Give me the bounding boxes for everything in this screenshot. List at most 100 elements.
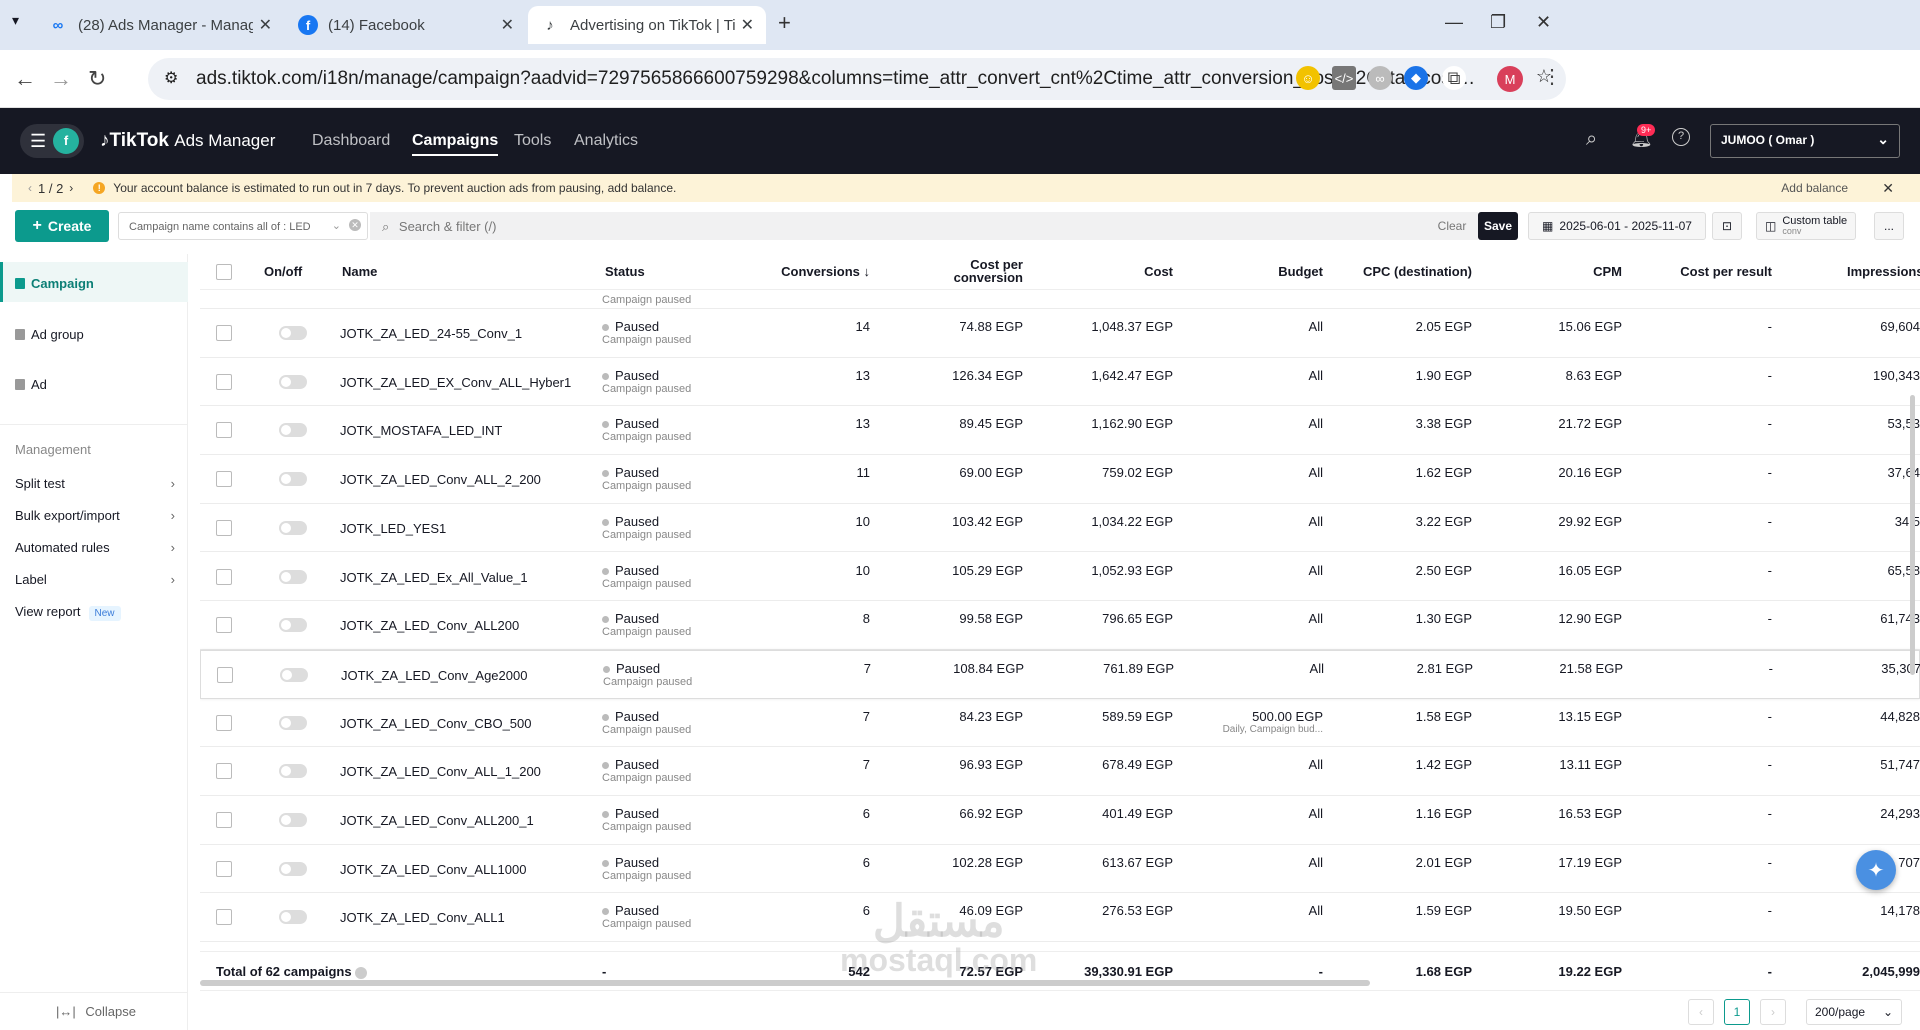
code-extension-icon[interactable]: </> — [1332, 66, 1356, 90]
row-toggle[interactable] — [279, 813, 307, 827]
campaign-name-link[interactable]: JOTK_ZA_LED_Conv_ALL1000 — [340, 862, 526, 877]
row-checkbox[interactable] — [216, 763, 232, 780]
row-toggle[interactable] — [279, 618, 307, 633]
account-avatar[interactable]: f — [53, 128, 79, 154]
save-button[interactable]: Save — [1478, 212, 1518, 240]
link-extension-icon[interactable]: ∞ — [1368, 66, 1392, 90]
back-icon[interactable]: ← — [14, 66, 36, 92]
table-row[interactable]: JOTK_ZA_LED_EX_Conv_ALL_Hyber1 Paused Camp… — [200, 358, 1920, 407]
table-row[interactable]: JOTK_ZA_LED_Conv_ALL200 Paused Campaign pa… — [200, 601, 1920, 650]
row-toggle[interactable] — [279, 910, 307, 925]
table-row[interactable]: JOTK_ZA_LED_Conv_ALL200_1 Paused Campaign … — [200, 796, 1920, 845]
prev-page-button[interactable]: ‹ — [1688, 999, 1714, 1025]
table-row[interactable]: JOTK_ZA_LED_Conv_ALL1000 Paused Campaign p… — [200, 845, 1920, 894]
row-toggle[interactable] — [279, 861, 307, 876]
menu-split-test[interactable]: Split test › — [15, 476, 175, 491]
row-toggle[interactable] — [279, 423, 307, 438]
row-toggle[interactable] — [279, 520, 307, 535]
campaign-name-link[interactable]: JOTK_ZA_LED_Conv_ALL200 — [340, 618, 519, 633]
menu-bulk-export-import[interactable]: Bulk export/import › — [15, 508, 175, 523]
close-icon[interactable]: ✕ — [1882, 180, 1894, 197]
extensions-puzzle-icon[interactable]: ⧉ — [1442, 66, 1466, 90]
table-row[interactable]: JOTK_ZA_LED_Conv_CBO_500 Paused Campaign p… — [200, 699, 1920, 748]
clear-filter-icon[interactable]: ✕ — [349, 219, 361, 231]
filter-chip[interactable]: Campaign name contains all of : LED ⌄ ✕ — [118, 212, 368, 240]
browser-tab-meta[interactable]: ∞ (28) Ads Manager - Manage ad ✕ — [36, 6, 284, 44]
campaign-name-link[interactable]: JOTK_ZA_LED_EX_Conv_ALL_Hyber1 — [340, 375, 571, 390]
row-checkbox[interactable] — [217, 666, 233, 683]
nav-analytics[interactable]: Analytics — [574, 132, 638, 150]
close-icon[interactable]: ✕ — [259, 15, 272, 35]
profile-avatar[interactable]: M — [1497, 66, 1523, 92]
table-row[interactable]: JOTK_ZA_LED_Ex_All_Value_1 Paused Campaign… — [200, 553, 1920, 602]
new-tab-button[interactable]: + — [778, 10, 791, 36]
search-filter-input[interactable]: ⌕ Search & filter (/) — [370, 212, 1478, 240]
prev-notice-icon[interactable]: ‹ — [28, 181, 32, 195]
page-size-select[interactable]: 200/page ⌄ — [1806, 999, 1902, 1025]
horizontal-scrollbar[interactable] — [200, 980, 1370, 986]
row-checkbox[interactable] — [216, 617, 232, 634]
collapse-button[interactable]: |↔| Collapse — [56, 1004, 136, 1019]
assistant-fab-icon[interactable]: ✦ — [1856, 850, 1896, 890]
header-cost[interactable]: Cost — [1070, 264, 1173, 279]
campaign-name-link[interactable]: JOTK_ZA_LED_Conv_ALL1 — [340, 910, 505, 925]
table-row[interactable]: JOTK_ZA_LED_24-55_Conv_1 Paused Campaign p… — [200, 309, 1920, 358]
row-toggle[interactable] — [279, 374, 307, 389]
table-row[interactable]: JOTK_ZA_LED_Conv_Age2000 Paused Campaign p… — [200, 649, 1920, 699]
row-checkbox[interactable] — [216, 714, 232, 731]
reload-icon[interactable]: ↻ — [88, 66, 106, 92]
tag-extension-icon[interactable]: ◆ — [1404, 66, 1428, 90]
custom-table-button[interactable]: ◫ Custom table conv — [1756, 212, 1856, 240]
row-checkbox[interactable] — [216, 568, 232, 585]
nav-campaigns[interactable]: Campaigns — [412, 132, 499, 156]
table-row[interactable]: JOTK_MOSTAFA_LED_INT Paused Campaign pause… — [200, 406, 1920, 456]
close-icon[interactable]: ✕ — [741, 15, 754, 35]
table-row[interactable]: JOTK_ZA_LED_Conv_ALL1 Paused Campaign paus… — [200, 893, 1920, 943]
sidebar-item-ad-group[interactable]: Ad group — [15, 327, 84, 342]
row-toggle[interactable] — [279, 715, 307, 730]
hamburger-menu-button[interactable]: ☰ f — [20, 124, 84, 158]
table-row[interactable]: JOTK_ZA_LED_Conv_ALL_2_200 Paused Campaign… — [200, 455, 1920, 504]
forward-icon[interactable]: → — [50, 66, 72, 92]
header-status[interactable]: Status — [605, 264, 645, 279]
header-cost-per-conversion[interactable]: Cost per conversion — [928, 258, 1023, 284]
menu-automated-rules[interactable]: Automated rules › — [15, 540, 175, 555]
row-toggle[interactable] — [279, 326, 307, 340]
row-checkbox[interactable] — [216, 325, 232, 341]
add-balance-link[interactable]: Add balance — [1781, 181, 1848, 195]
compare-icon[interactable]: ⊡ — [1712, 212, 1742, 240]
campaign-name-link[interactable]: JOTK_LED_YES1 — [340, 521, 446, 536]
header-cpc-destination[interactable]: CPC (destination) — [1340, 264, 1472, 279]
create-button[interactable]: + Create — [15, 210, 109, 242]
table-row-partial[interactable]: Campaign paused — [200, 290, 1920, 309]
row-toggle[interactable] — [279, 764, 307, 779]
info-icon[interactable] — [355, 966, 368, 979]
row-toggle[interactable] — [280, 667, 308, 682]
row-checkbox[interactable] — [216, 909, 232, 926]
select-all-checkbox[interactable] — [216, 264, 232, 280]
campaign-name-link[interactable]: JOTK_ZA_LED_Ex_All_Value_1 — [340, 570, 528, 585]
campaign-name-link[interactable]: JOTK_ZA_LED_Conv_Age2000 — [341, 668, 527, 683]
header-conversions[interactable]: Conversions ↓ — [758, 264, 870, 279]
tab-search-icon[interactable]: ▾ — [12, 12, 19, 29]
header-onoff[interactable]: On/off — [264, 264, 302, 279]
clear-button[interactable]: Clear — [1430, 212, 1474, 240]
restore-button[interactable]: ❐ — [1490, 12, 1506, 33]
site-info-icon[interactable]: ⚙ — [164, 68, 178, 88]
row-toggle[interactable] — [279, 472, 307, 487]
extension-icon[interactable]: ☺ — [1296, 66, 1320, 90]
campaign-name-link[interactable]: JOTK_ZA_LED_Conv_CBO_500 — [340, 716, 531, 731]
tiktok-logo[interactable]: ♪TikTok Ads Manager — [100, 130, 275, 152]
row-checkbox[interactable] — [216, 422, 232, 439]
row-checkbox[interactable] — [216, 519, 232, 536]
header-cpm[interactable]: CPM — [1522, 264, 1622, 279]
row-checkbox[interactable] — [216, 471, 232, 488]
campaign-name-link[interactable]: JOTK_ZA_LED_24-55_Conv_1 — [340, 326, 522, 341]
campaign-name-link[interactable]: JOTK_MOSTAFA_LED_INT — [340, 423, 502, 438]
table-row[interactable]: JOTK_ZA_LED_Conv_ALL_1_200 Paused Campaign… — [200, 747, 1920, 796]
campaign-name-link[interactable]: JOTK_ZA_LED_Conv_ALL_1_200 — [340, 764, 541, 779]
vertical-scrollbar[interactable] — [1910, 395, 1915, 675]
browser-tab-tiktok[interactable]: ♪ Advertising on TikTok | TikTok A ✕ — [528, 6, 766, 44]
header-impressions[interactable]: Impressions — [1847, 264, 1920, 279]
next-page-button[interactable]: › — [1760, 999, 1786, 1025]
